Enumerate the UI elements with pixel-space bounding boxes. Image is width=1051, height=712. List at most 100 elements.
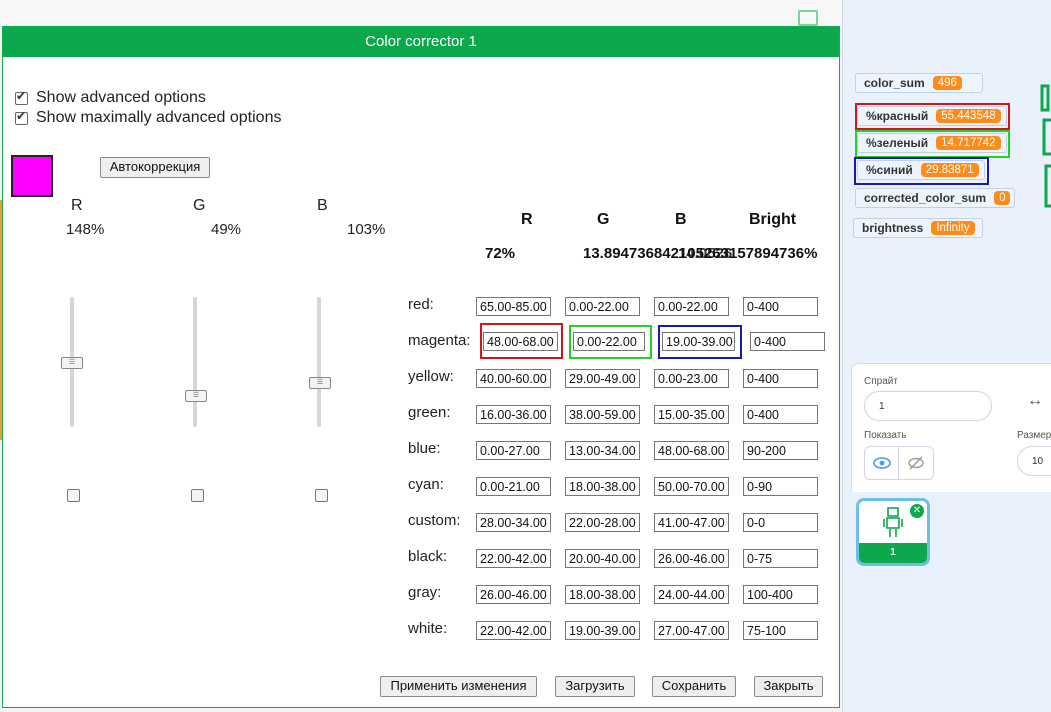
range-input-bright[interactable]: 0-400 [743,297,818,316]
sprite-mini-icon [798,10,818,26]
range-input-b[interactable]: 41.00-47.00 [654,513,729,532]
sprite-thumb-number: 1 [859,543,927,563]
range-input-b[interactable]: 48.00-68.00 [654,441,729,460]
row-label: magenta: [408,332,471,349]
magenta-g-highlight [569,325,652,359]
range-input-b[interactable]: 24.00-44.00 [654,585,729,604]
dialog-title: Color corrector 1 [3,27,839,57]
blue-percent-highlight [854,157,989,185]
variable-name: brightness [862,221,924,235]
magenta-b-highlight [658,325,742,359]
row-label: white: [408,620,448,637]
range-input-bright[interactable]: 90-200 [743,441,818,460]
slider-g-checkbox[interactable] [191,489,204,502]
range-input-g[interactable]: 29.00-49.00 [565,369,640,388]
show-label: Показать [864,430,907,441]
range-input-bright[interactable]: 0-400 [743,405,818,424]
green-percent-highlight [855,130,1010,158]
load-button[interactable]: Загрузить [555,676,635,697]
slider-r-checkbox[interactable] [67,489,80,502]
range-input-b[interactable]: 0.00-23.00 [654,369,729,388]
range-input-bright[interactable]: 75-100 [743,621,818,640]
row-label: red: [408,296,434,313]
red-percent-highlight [855,103,1010,130]
slider-g-percent: 49% [211,221,242,238]
slider-g-label: G [193,197,206,214]
range-input-g[interactable]: 20.00-40.00 [565,549,640,568]
show-max-advanced-label: Show maximally advanced options [36,109,282,126]
variable-monitor-color-sum: color_sum 496 [855,73,983,93]
range-input-r[interactable]: 0.00-21.00 [476,477,551,496]
range-input-r[interactable]: 40.00-60.00 [476,369,551,388]
delete-sprite-icon[interactable]: ✕ [910,504,924,518]
range-input-r[interactable]: 22.00-42.00 [476,621,551,640]
variable-monitor-brightness: brightness Infinity [853,218,983,238]
size-input[interactable]: 10 [1017,446,1051,476]
range-input-b[interactable]: 15.00-35.00 [654,405,729,424]
variable-monitor-corrected-color-sum: corrected_color_sum 0 [855,188,1015,208]
sprite-info-panel: Спрайт 1 ↔ Показать Размер 10 [851,363,1051,493]
show-advanced-label: Show advanced options [36,89,206,106]
show-max-advanced-option[interactable]: Show maximally advanced options [15,109,281,127]
sprite-name-input[interactable]: 1 [864,391,992,421]
magenta-r-highlight [480,323,563,359]
position-arrows-icon: ↔ [1027,392,1043,409]
size-label: Размер [1017,430,1051,441]
range-input-bright[interactable]: 100-400 [743,585,818,604]
range-input-b[interactable]: 26.00-46.00 [654,549,729,568]
show-max-advanced-checkbox[interactable] [15,109,28,125]
color-swatch [11,155,53,197]
range-input-bright[interactable]: 0-400 [743,369,818,388]
range-input-g[interactable]: 38.00-59.00 [565,405,640,424]
show-sprite-button[interactable] [864,446,900,480]
slider-r-handle[interactable]: ☰ [61,357,83,369]
range-input-b[interactable]: 0.00-22.00 [654,297,729,316]
range-input-r[interactable]: 0.00-27.00 [476,441,551,460]
range-input-g[interactable]: 18.00-38.00 [565,477,640,496]
percent-g-overlay: 14.0526 [678,245,733,262]
slider-b-percent: 103% [347,221,386,238]
range-input-g[interactable]: 0.00-22.00 [565,297,640,316]
robot-sprite-icon [883,507,903,537]
range-input-bright[interactable]: 0-400 [750,332,825,351]
variable-name: color_sum [864,76,925,90]
range-input-b[interactable]: 27.00-47.00 [654,621,729,640]
range-input-b[interactable]: 50.00-70.00 [654,477,729,496]
slider-g-track[interactable] [193,297,197,427]
apply-changes-button[interactable]: Применить изменения [380,676,537,697]
slider-b-checkbox[interactable] [315,489,328,502]
slider-b-label: B [317,197,328,214]
row-label: custom: [408,512,461,529]
slider-b-track[interactable] [317,297,321,427]
show-advanced-option[interactable]: Show advanced options [15,89,206,107]
range-input-r[interactable]: 16.00-36.00 [476,405,551,424]
variable-name: corrected_color_sum [864,191,987,205]
range-input-bright[interactable]: 0-75 [743,549,818,568]
range-input-r[interactable]: 28.00-34.00 [476,513,551,532]
range-input-g[interactable]: 18.00-38.00 [565,585,640,604]
range-input-bright[interactable]: 0-0 [743,513,818,532]
row-label: cyan: [408,476,444,493]
column-header-bright: Bright [749,211,797,228]
row-label: gray: [408,584,442,601]
sprite-thumbnail[interactable]: ✕ 1 [856,498,930,566]
variable-value: Infinity [931,221,975,235]
save-button[interactable]: Сохранить [652,676,736,697]
range-input-g[interactable]: 19.00-39.00 [565,621,640,640]
show-advanced-checkbox[interactable] [15,89,28,105]
sprite-label: Спрайт [864,376,898,387]
close-button[interactable]: Закрыть [754,676,823,697]
range-input-r[interactable]: 65.00-85.00 [476,297,551,316]
slider-g-handle[interactable]: ☰ [185,389,207,402]
robot-sprite-edge [1040,84,1051,208]
eye-icon [873,457,891,469]
autocorrect-button[interactable]: Автокоррекция [100,157,210,178]
range-input-r[interactable]: 26.00-46.00 [476,585,551,604]
variable-value: 0 [994,191,1011,205]
range-input-bright[interactable]: 0-90 [743,477,818,496]
range-input-g[interactable]: 13.00-34.00 [565,441,640,460]
slider-b-handle[interactable]: ☰ [309,376,331,389]
range-input-r[interactable]: 22.00-42.00 [476,549,551,568]
range-input-g[interactable]: 22.00-28.00 [565,513,640,532]
hide-sprite-button[interactable] [898,446,934,480]
